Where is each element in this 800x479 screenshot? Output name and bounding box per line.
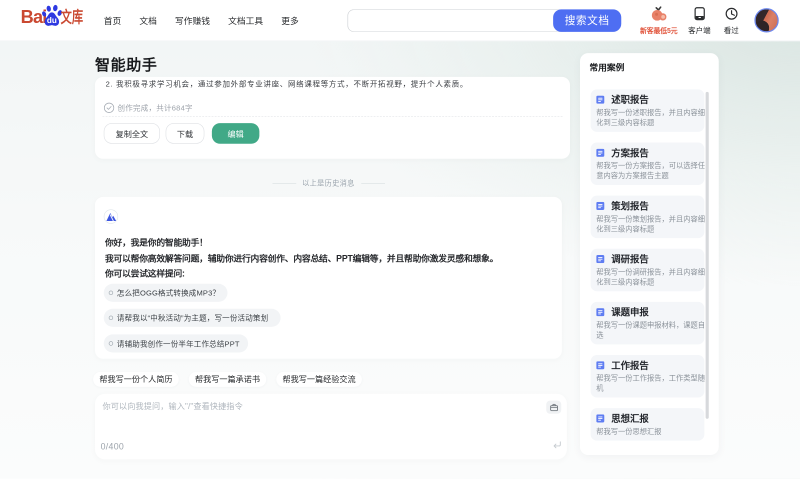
svg-text:du: du xyxy=(47,15,57,25)
